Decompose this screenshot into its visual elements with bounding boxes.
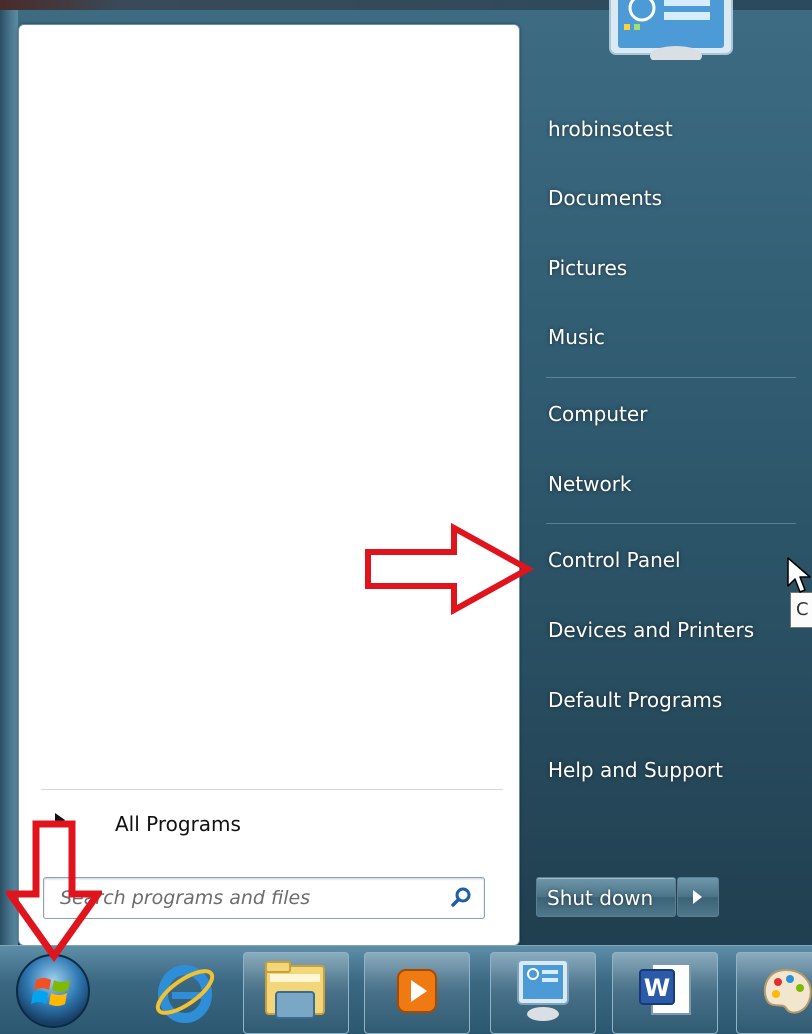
- menu-item-music[interactable]: Music: [534, 316, 804, 360]
- menu-item-label: Network: [548, 472, 632, 496]
- internet-explorer-icon[interactable]: [150, 956, 220, 1026]
- all-programs-label: All Programs: [115, 812, 241, 836]
- menu-item-label: Documents: [548, 186, 663, 210]
- taskbar: W: [0, 945, 812, 1034]
- menu-item-documents[interactable]: Documents: [534, 177, 804, 221]
- menu-item-control-panel[interactable]: Control Panel: [534, 539, 804, 583]
- chevron-right-icon: [693, 890, 702, 904]
- menu-separator: [546, 523, 796, 524]
- menu-item-label: Music: [548, 325, 605, 349]
- programs-pane: All Programs: [18, 24, 520, 946]
- red-arrow-right-icon: [365, 522, 534, 616]
- menu-item-label: Pictures: [548, 256, 628, 280]
- windows-orb-icon[interactable]: [14, 952, 92, 1030]
- menu-separator: [546, 377, 796, 378]
- search-input[interactable]: [58, 884, 442, 912]
- shutdown-label: Shut down: [547, 886, 654, 910]
- shutdown-button[interactable]: Shut down: [536, 877, 676, 917]
- paint-icon[interactable]: [760, 964, 812, 1022]
- menu-item-default-programs[interactable]: Default Programs: [534, 679, 804, 723]
- menu-item-user[interactable]: hrobinsotest: [534, 108, 804, 152]
- red-arrow-down-icon: [6, 820, 102, 962]
- menu-item-label: Control Panel: [548, 548, 681, 572]
- file-explorer-icon[interactable]: [262, 958, 328, 1022]
- mouse-cursor-icon: [787, 557, 811, 593]
- menu-left-edge: [0, 10, 18, 945]
- menu-item-label: Devices and Printers: [548, 618, 755, 642]
- all-programs-button[interactable]: All Programs: [37, 805, 497, 841]
- menu-item-pictures[interactable]: Pictures: [534, 247, 804, 291]
- menu-item-label: hrobinsotest: [548, 117, 673, 141]
- menu-item-label: Help and Support: [548, 758, 723, 782]
- menu-item-help-and-support[interactable]: Help and Support: [534, 749, 804, 793]
- media-player-icon[interactable]: [394, 966, 440, 1016]
- menu-item-computer[interactable]: Computer: [534, 393, 804, 437]
- shutdown-options-button[interactable]: [677, 877, 719, 917]
- user-picture-icon[interactable]: [608, 0, 734, 60]
- control-panel-icon[interactable]: [510, 956, 576, 1024]
- menu-item-devices-and-printers[interactable]: Devices and Printers: [534, 609, 804, 653]
- word-icon[interactable]: W: [636, 958, 694, 1020]
- menu-item-label: Computer: [548, 402, 648, 426]
- tooltip: C: [790, 592, 812, 628]
- svg-text:W: W: [644, 974, 670, 1002]
- tooltip-text: C: [796, 599, 809, 620]
- search-box[interactable]: [43, 877, 485, 919]
- search-icon[interactable]: [450, 886, 472, 908]
- pane-separator: [41, 789, 503, 790]
- menu-item-network[interactable]: Network: [534, 463, 804, 507]
- menu-item-label: Default Programs: [548, 688, 723, 712]
